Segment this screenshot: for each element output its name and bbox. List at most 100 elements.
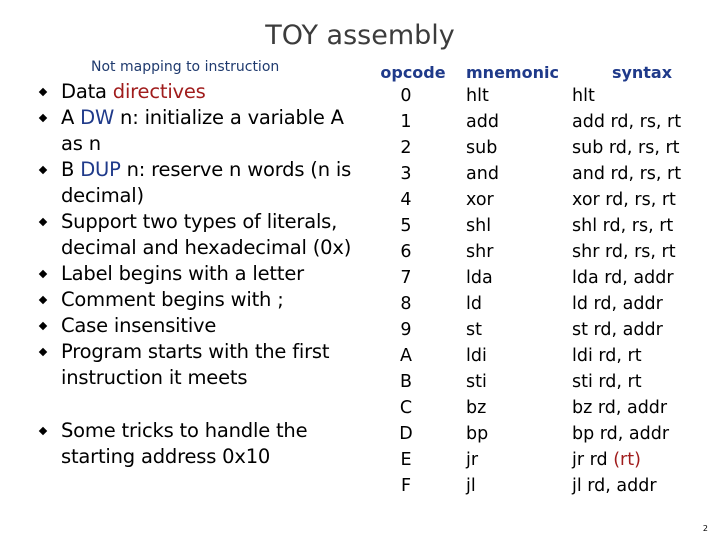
diamond-bullet-icon: [38, 347, 48, 357]
bullet-text: Comment begins with ;: [61, 288, 284, 311]
syntax-cell-text: xor rd, rs, rt: [572, 190, 676, 210]
bullet-text: Program starts with the first instructio…: [61, 340, 330, 389]
bullet-text: Some tricks to handle the starting addre…: [61, 419, 308, 468]
bullet-item: Case insensitive: [38, 313, 360, 339]
syntax-cell: st rd, addr: [572, 317, 712, 343]
opcode-cell: B: [362, 369, 464, 395]
opcode-cell-text: 4: [400, 190, 412, 210]
mnemonic-cell-text: hlt: [466, 86, 489, 106]
opcode-cell-text: B: [399, 372, 412, 392]
bullet-text: A: [61, 106, 81, 129]
slide-title: TOY assembly: [265, 20, 455, 51]
syntax-cell: sti rd, rt: [572, 369, 712, 395]
mnemonic-cell: add: [464, 109, 572, 135]
mnemonic-cell-text: ld: [466, 294, 482, 314]
syntax-cell-text: hlt: [572, 86, 595, 106]
opcode-cell-text: 2: [400, 138, 412, 158]
table-row: 1 add add rd, rs, rt: [362, 109, 712, 135]
table-row: 9 st st rd, addr: [362, 317, 712, 343]
diamond-bullet-icon: [38, 321, 48, 331]
table-header-row: opcode mnemonic syntax: [362, 61, 712, 83]
syntax-cell: jr rd (rt): [572, 447, 712, 473]
opcode-cell: 0: [362, 83, 464, 109]
syntax-cell: bz rd, addr: [572, 395, 712, 421]
table-row: Aldi ldi rd, rt: [362, 343, 712, 369]
opcode-cell: 2: [362, 135, 464, 161]
table-row: Fjl jl rd, addr: [362, 473, 712, 499]
syntax-cell-text: sub rd, rs, rt: [572, 138, 680, 158]
mnemonic-cell: sub: [464, 135, 572, 161]
opcode-cell: 6: [362, 239, 464, 265]
bullet-item: Some tricks to handle the starting addre…: [38, 418, 360, 470]
opcode-cell-text: C: [399, 398, 413, 418]
syntax-cell-text: bz rd, addr: [572, 398, 668, 418]
mnemonic-cell: xor: [464, 187, 572, 213]
opcode-table: opcode mnemonic syntax 0 hlt hlt 1 add add rd…: [362, 61, 712, 499]
syntax-cell: ld rd, addr: [572, 291, 712, 317]
mnemonic-cell-text: bz: [466, 398, 487, 418]
table-row: 2 sub sub rd, rs, rt: [362, 135, 712, 161]
syntax-cell: sub rd, rs, rt: [572, 135, 712, 161]
mnemonic-cell-text: bp: [466, 424, 489, 444]
mnemonic-cell: shl: [464, 213, 572, 239]
opcode-cell: 3: [362, 161, 464, 187]
mnemonic-cell: st: [464, 317, 572, 343]
bullet-text: Case insensitive: [61, 314, 217, 337]
table-row: 5 shl shl rd, rs, rt: [362, 213, 712, 239]
mnemonic-cell-text: jr: [466, 450, 479, 470]
mnemonic-cell: hlt: [464, 83, 572, 109]
page-number: 2: [702, 524, 708, 533]
opcode-cell: D: [362, 421, 464, 447]
syntax-cell-text: add rd, rs, rt: [572, 112, 682, 132]
mnemonic-cell-text: and: [466, 164, 499, 184]
syntax-cell-text: ld rd, addr: [572, 294, 663, 314]
header-mnemonic: mnemonic: [466, 62, 559, 82]
bullet-item: A DW n: initialize a variable A as n: [38, 105, 360, 157]
opcode-cell-text: E: [400, 450, 412, 470]
diamond-bullet-icon: [38, 113, 48, 123]
diamond-bullet-icon: [38, 217, 48, 227]
mnemonic-cell-text: xor: [466, 190, 494, 210]
diamond-bullet-icon: [38, 295, 48, 305]
opcode-cell-text: 9: [400, 320, 412, 340]
highlighted-term: directives: [112, 80, 206, 103]
syntax-cell-text: bp rd, addr: [572, 424, 670, 444]
syntax-cell-text: ldi rd, rt: [572, 346, 642, 366]
bullet-text: B: [61, 158, 81, 181]
mnemonic-cell-text: add: [466, 112, 499, 132]
mnemonic-cell: lda: [464, 265, 572, 291]
mnemonic-cell: sti: [464, 369, 572, 395]
mnemonic-cell-text: jl: [466, 476, 476, 496]
opcode-cell: E: [362, 447, 464, 473]
syntax-cell: and rd, rs, rt: [572, 161, 712, 187]
opcode-cell-text: F: [400, 476, 412, 496]
bullet-text: Label begins with a letter: [61, 262, 304, 285]
table-row: 8 ld ld rd, addr: [362, 291, 712, 317]
opcode-cell-text: 8: [400, 294, 412, 314]
mnemonic-cell-text: shl: [466, 216, 492, 236]
bullet-item: Label begins with a letter: [38, 261, 360, 287]
bullet-list: Data directives A DW n: initialize a vari…: [38, 79, 360, 470]
syntax-cell: jl rd, addr: [572, 473, 712, 499]
highlighted-term: DUP: [80, 158, 121, 181]
directives-note: Not mapping to instruction: [91, 59, 280, 75]
opcode-cell: 4: [362, 187, 464, 213]
syntax-cell-text: shr rd, rs, rt: [572, 242, 676, 262]
syntax-cell-text: sti rd, rt: [572, 372, 642, 392]
syntax-cell-text: jl rd, addr: [572, 476, 657, 496]
header-opcode: opcode: [380, 62, 446, 82]
table-row: Cbz bz rd, addr: [362, 395, 712, 421]
opcode-cell-text: 6: [400, 242, 412, 262]
opcode-cell-text: 5: [400, 216, 412, 236]
opcode-cell: C: [362, 395, 464, 421]
mnemonic-cell: bp: [464, 421, 572, 447]
bullet-item: Support two types of literals, decimal a…: [38, 209, 360, 261]
table-row: 6 shr shr rd, rs, rt: [362, 239, 712, 265]
syntax-cell-text: jr rd: [572, 450, 614, 470]
opcode-cell: 1: [362, 109, 464, 135]
syntax-cell: xor rd, rs, rt: [572, 187, 712, 213]
diamond-bullet-icon: [38, 426, 48, 436]
table-row: 3 and and rd, rs, rt: [362, 161, 712, 187]
header-syntax: syntax: [611, 62, 673, 82]
mnemonic-cell: ld: [464, 291, 572, 317]
